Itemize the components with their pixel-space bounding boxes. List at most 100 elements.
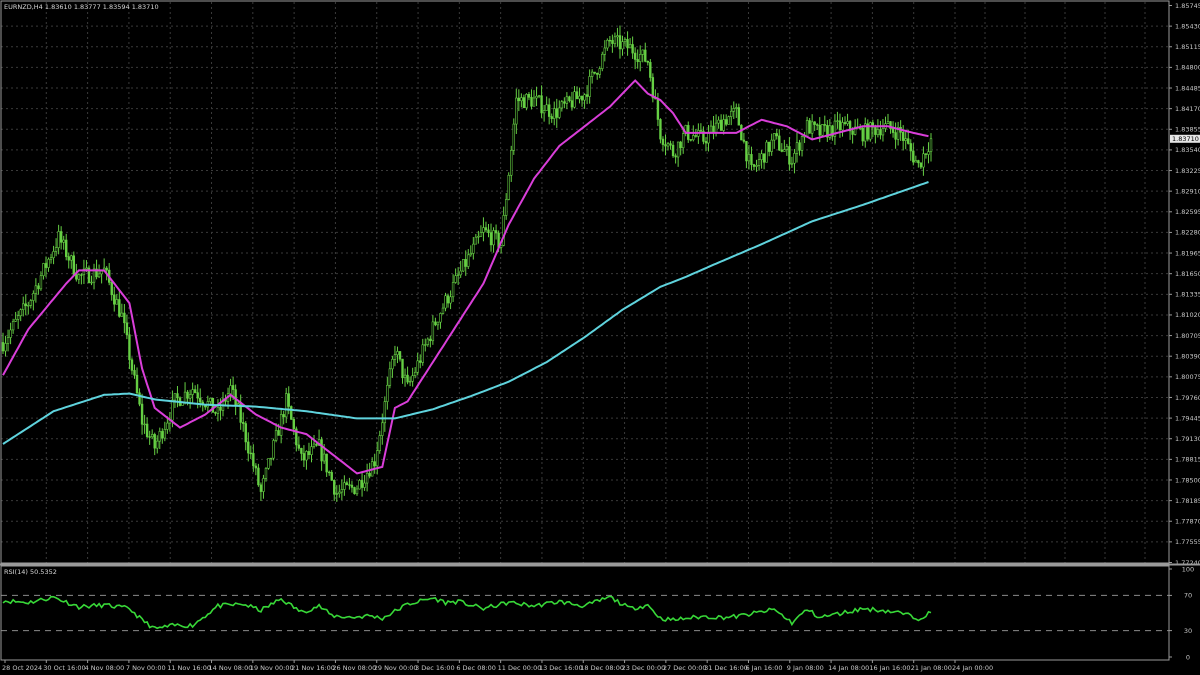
candle-body <box>628 44 632 49</box>
candle-body <box>110 282 113 296</box>
price-tick-label: 1.81020 <box>1175 311 1200 319</box>
candle-body <box>601 53 604 69</box>
candle-body <box>603 47 607 55</box>
candle-body <box>891 128 895 133</box>
candle-body <box>456 274 460 276</box>
candle-body <box>664 144 667 147</box>
candle-body <box>537 95 541 97</box>
candle-body <box>419 360 422 363</box>
candle-body <box>381 422 384 436</box>
candle-body <box>272 440 275 459</box>
candle-body <box>821 124 824 136</box>
candle-body <box>62 239 65 243</box>
candle-body <box>886 121 890 124</box>
time-tick-label: 31 Dec 16:00 <box>704 664 748 672</box>
candle-body <box>100 270 103 275</box>
candle-body <box>173 393 177 401</box>
candle-body <box>573 91 576 108</box>
candle-body <box>65 239 68 257</box>
candle-body <box>376 450 379 467</box>
candle-body <box>666 143 670 147</box>
candle-body <box>699 130 703 132</box>
candle-body <box>482 227 485 233</box>
candle-body <box>259 484 263 492</box>
candle-body <box>310 446 313 456</box>
price-tick-label: 1.83540 <box>1175 146 1200 154</box>
candle-body <box>373 461 376 467</box>
candle-body <box>598 68 601 75</box>
candle-body <box>732 108 735 112</box>
trading-chart[interactable]: 1.85745 1.85430 1.85115 1.84800 1.84485 1.841… <box>0 0 1200 675</box>
candle-body <box>530 97 533 107</box>
price-tick-label: 1.78185 <box>1175 497 1200 505</box>
candle-body <box>927 151 930 155</box>
candle-body <box>115 299 118 305</box>
time-tick-label: 30 Oct 16:00 <box>43 664 85 672</box>
candle-body <box>810 121 814 134</box>
candle-body <box>484 227 488 231</box>
candle-body <box>553 108 556 119</box>
candle-body <box>515 97 518 125</box>
candle-body <box>125 322 129 336</box>
time-tick-label: 16 Jan 16:00 <box>869 664 910 672</box>
candle-body <box>434 321 437 326</box>
time-tick-label: 11 Dec 00:00 <box>498 664 542 672</box>
candle-body <box>4 343 7 352</box>
candle-body <box>775 133 778 137</box>
candle-body <box>661 138 665 145</box>
candle-body <box>608 39 612 42</box>
candle-body <box>469 253 472 256</box>
candle-body <box>704 141 708 144</box>
candle-body <box>750 154 753 165</box>
candle-body <box>451 282 455 298</box>
candle-body <box>80 274 83 276</box>
candle-body <box>297 444 301 449</box>
candle-body <box>494 230 498 234</box>
candle-body <box>1 342 5 352</box>
candle-body <box>416 360 419 373</box>
candle-body <box>138 392 141 405</box>
candle-body <box>861 127 864 142</box>
candle-body <box>838 120 842 131</box>
candle-body <box>52 251 55 259</box>
candle-body <box>606 39 609 49</box>
candle-body <box>593 71 596 74</box>
rsi-tick-label: 0 <box>1186 653 1190 661</box>
candle-body <box>894 132 897 140</box>
candle-body <box>788 146 791 165</box>
candle-body <box>282 414 285 418</box>
price-tick-label: 1.77555 <box>1175 538 1200 546</box>
candle-body <box>636 59 639 62</box>
candle-body <box>621 41 624 50</box>
candle-body <box>507 174 510 200</box>
candle-body <box>596 72 599 75</box>
candle-body <box>401 358 404 379</box>
candle-body <box>343 482 346 490</box>
current-price-tag: 1.83710 <box>1170 134 1200 143</box>
candle-body <box>120 312 124 317</box>
candle-body <box>214 412 217 414</box>
candle-body <box>547 104 551 117</box>
time-tick-label: 24 Jan 00:00 <box>952 664 993 672</box>
candle-body <box>479 232 483 237</box>
candle-body <box>800 136 804 151</box>
candle-body <box>150 434 154 438</box>
candle-body <box>396 351 399 356</box>
candle-body <box>795 142 799 154</box>
candle-body <box>765 141 768 163</box>
candle-body <box>583 94 586 101</box>
candle-body <box>444 295 447 309</box>
candle-body <box>77 274 81 280</box>
candle-body <box>646 60 649 63</box>
candle-body <box>555 108 558 118</box>
candle-body <box>692 135 695 141</box>
time-tick-label: 14 Nov 08:00 <box>209 664 253 672</box>
time-tick-label: 27 Dec 00:00 <box>663 664 707 672</box>
candle-body <box>130 359 134 371</box>
time-tick-label: 7 Nov 00:00 <box>126 664 166 672</box>
candle-body <box>305 451 308 461</box>
candle-body <box>631 44 634 54</box>
price-tick-label: 1.84485 <box>1175 84 1200 92</box>
rsi-tick-label: 70 <box>1184 592 1192 600</box>
candle-body <box>912 150 915 163</box>
